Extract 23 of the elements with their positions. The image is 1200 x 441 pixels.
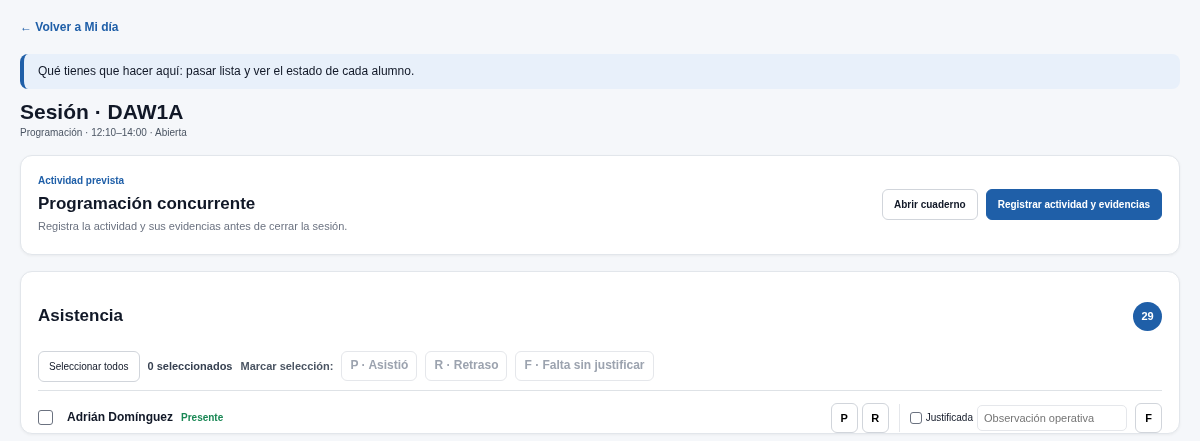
back-link[interactable]: ← Volver a Mi día (20, 20, 119, 34)
session-title: Sesión · DAW1A (20, 99, 185, 125)
student-name: Adrián Domínguez (67, 409, 173, 426)
selected-count: 0 seleccionados (147, 359, 233, 374)
select-all-button[interactable]: Seleccionar todos (38, 350, 140, 382)
count-badge: 29 (1133, 301, 1162, 331)
activity-eyebrow: Actividad prevista (38, 174, 126, 188)
mark-button[interactable]: R (861, 402, 889, 433)
row-checkbox[interactable] (38, 410, 53, 426)
activity-note: Registra la actividad y sus evidencias antes de cerrar la sesión. (38, 219, 348, 234)
mark-button[interactable]: F (1135, 402, 1162, 433)
attendance-title: Asistencia (38, 305, 124, 328)
help-banner: Qué tienes que hacer aquí: pasar lista y ver el estado de cada alumno. (20, 53, 1180, 90)
justified-label: Justificada (925, 411, 973, 425)
status-label: Presente (181, 411, 224, 425)
observation-field[interactable]: Observación operativa (977, 404, 1127, 431)
mark-selection-label: Marcar selección: (240, 359, 334, 374)
mark-button[interactable]: P (830, 402, 858, 433)
open-notebook-button[interactable]: Abrir cuaderno (882, 188, 978, 220)
justified-checkbox[interactable] (909, 411, 922, 424)
register-button[interactable]: Registrar actividad y evidencias (985, 188, 1162, 220)
session-meta: Programación · 12:10–14:00 · Abierta (20, 126, 188, 140)
activity-title: Programación concurrente (38, 193, 257, 216)
